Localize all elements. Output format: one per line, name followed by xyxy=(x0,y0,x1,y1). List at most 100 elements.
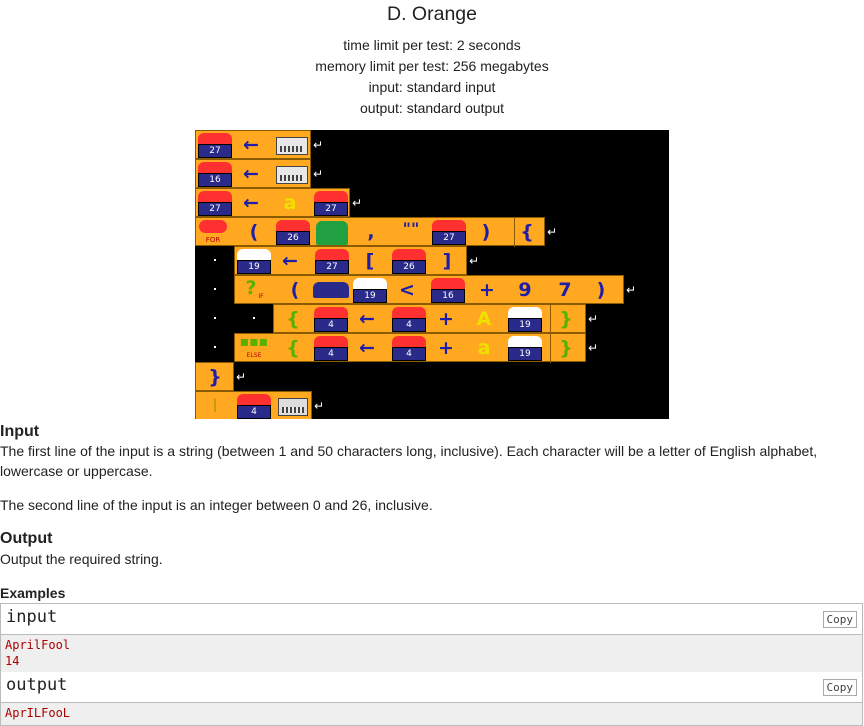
row3-block: 27 ← a 27 xyxy=(195,188,350,217)
indent-dot xyxy=(214,259,216,261)
output-spec: output: standard output xyxy=(360,100,504,116)
char-literal: A xyxy=(476,308,492,330)
keyboard-icon xyxy=(276,166,308,184)
bracket-open: [ xyxy=(365,250,375,272)
variable-number: 19 xyxy=(508,347,542,361)
variable-number: 4 xyxy=(237,405,271,419)
variable-number: 4 xyxy=(314,318,348,332)
brace-close: } xyxy=(208,366,222,388)
return-mark: ↵ xyxy=(236,370,247,384)
input-spec: input: standard input xyxy=(368,79,496,95)
row8-block: ▪▪▪ ELSE { 4 ← 4 + a 19 } xyxy=(234,333,586,363)
time-limit: time limit per test: 2 seconds xyxy=(343,37,521,53)
output-paragraph: Output the required string. xyxy=(0,551,163,567)
example-input-title: input xyxy=(6,607,58,627)
variable-number: 4 xyxy=(392,318,426,332)
variable-number: 27 xyxy=(314,202,348,216)
copy-output-button[interactable]: Copy xyxy=(822,679,857,696)
brace-close: } xyxy=(550,305,581,334)
else-label: ELSE xyxy=(246,352,262,359)
return-mark: ↵ xyxy=(469,254,480,268)
row9-block: } xyxy=(195,362,234,391)
assign-arrow: ← xyxy=(282,250,298,272)
keyboard-icon xyxy=(276,137,308,155)
char-literal: a xyxy=(283,192,297,214)
digit: 7 xyxy=(558,279,572,301)
bracket-close: ] xyxy=(442,250,452,272)
variable-number: 27 xyxy=(198,202,232,216)
program-image: 27 ← ↵ 16 ← ↵ 27 ← a 27 ↵ FOR ( 26 , "" … xyxy=(195,130,669,419)
example-output-title: output xyxy=(6,675,68,695)
char-code-icon xyxy=(313,282,349,298)
brace-open: { xyxy=(286,337,300,359)
return-mark: ↵ xyxy=(588,312,599,326)
variable-number: 27 xyxy=(432,231,466,245)
input-paragraph-2: The second line of the input is an integ… xyxy=(0,497,433,513)
variable-number: 16 xyxy=(431,289,465,303)
digit: 9 xyxy=(518,279,532,301)
assign-arrow: ← xyxy=(359,337,375,359)
variable-number: 27 xyxy=(198,144,232,158)
comma: , xyxy=(367,221,375,243)
if-label: IF xyxy=(258,293,264,300)
print-cursor-icon: I xyxy=(212,395,218,417)
variable-number: 4 xyxy=(392,347,426,361)
return-mark: ↵ xyxy=(588,341,599,355)
problem-title: D. Orange xyxy=(387,3,477,25)
example-output-box: output Copy AprILFooL xyxy=(0,672,863,726)
example-input-body: AprilFool 14 xyxy=(1,635,862,672)
variable-number: 26 xyxy=(276,231,310,245)
return-mark: ↵ xyxy=(547,225,558,239)
example-output-body: AprILFooL xyxy=(1,703,862,725)
indent-dot xyxy=(214,346,216,348)
assign-arrow: ← xyxy=(359,308,375,330)
variable-number: 19 xyxy=(508,318,542,332)
example-output-line: AprILFooL xyxy=(5,706,71,720)
row6-block: ? IF ( 19 < 16 + 9 7 ) xyxy=(234,275,624,304)
row4-block: FOR ( 26 , "" 27 ) { xyxy=(195,217,545,247)
memory-limit: memory limit per test: 256 megabytes xyxy=(315,58,549,74)
example-input-header: input Copy xyxy=(1,604,862,635)
for-label: FOR xyxy=(205,236,221,244)
loop-icon xyxy=(199,220,227,233)
return-mark: ↵ xyxy=(313,138,324,152)
paren-close: ) xyxy=(596,279,606,301)
variable-number: 16 xyxy=(198,173,232,187)
return-mark: ↵ xyxy=(352,196,363,210)
copy-input-button[interactable]: Copy xyxy=(822,611,857,628)
row10-block: I 4 xyxy=(195,391,312,419)
variable-number: 4 xyxy=(314,347,348,361)
return-mark: ↵ xyxy=(314,399,325,413)
input-heading: Input xyxy=(0,423,40,440)
variable-number: 26 xyxy=(392,260,426,274)
example-input-box: input Copy AprilFool 14 xyxy=(0,603,863,672)
char-literal: a xyxy=(477,337,491,359)
plus: + xyxy=(438,308,454,330)
input-paragraph-1: The first line of the input is a string … xyxy=(0,443,818,479)
less-than: < xyxy=(399,279,415,301)
example-input-line: AprilFool xyxy=(5,638,71,652)
row2-block: 16 ← xyxy=(195,159,311,188)
assign-arrow: ← xyxy=(243,163,259,185)
assign-arrow: ← xyxy=(243,134,259,156)
example-input-line: 14 xyxy=(5,654,20,668)
indent-dot xyxy=(214,317,216,319)
examples-heading: Examples xyxy=(0,585,66,601)
output-device-icon xyxy=(278,398,308,416)
output-heading: Output xyxy=(0,530,53,547)
variable-number: 27 xyxy=(315,260,349,274)
row7-block: { 4 ← 4 + A 19 } xyxy=(273,304,586,334)
plus: + xyxy=(438,337,454,359)
assign-arrow: ← xyxy=(243,192,259,214)
variable-number: 19 xyxy=(237,260,271,274)
return-mark: ↵ xyxy=(626,283,637,297)
paren-close: ) xyxy=(481,221,491,243)
variable-number: 19 xyxy=(353,289,387,303)
brace-open: { xyxy=(286,308,300,330)
return-mark: ↵ xyxy=(313,167,324,181)
plus: + xyxy=(479,279,495,301)
indent-dot xyxy=(253,317,255,319)
brace-close: } xyxy=(550,334,581,363)
brace-open: { xyxy=(514,218,539,247)
example-output-header: output Copy xyxy=(1,672,862,703)
